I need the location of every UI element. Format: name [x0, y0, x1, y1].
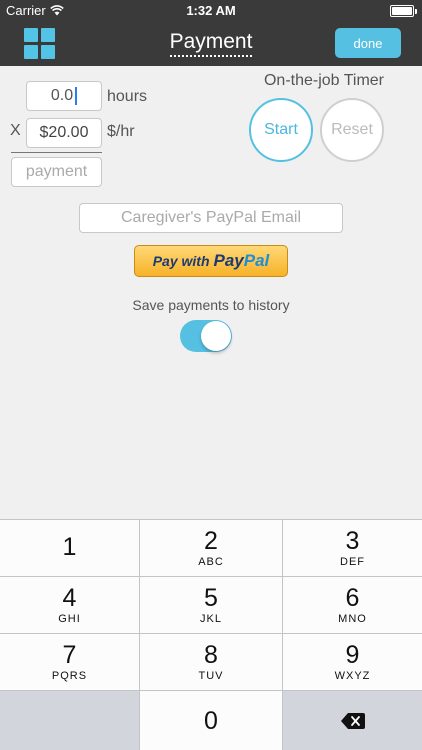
text-cursor — [75, 87, 78, 105]
key-digit: 7 — [62, 641, 77, 669]
save-history-toggle[interactable] — [180, 320, 232, 352]
key-digit: 0 — [204, 706, 218, 735]
key-digit: 5 — [204, 584, 218, 612]
key-7[interactable]: 7 PQRS — [0, 634, 139, 690]
start-button[interactable]: Start — [249, 98, 313, 162]
toggle-knob — [201, 321, 231, 351]
key-digit: 2 — [204, 527, 218, 555]
paypal-logo-pay: Pay — [213, 251, 244, 270]
pay-with-paypal-button[interactable]: Pay with Pay Pal — [134, 245, 288, 277]
key-5[interactable]: 5 JKL — [140, 577, 282, 633]
reset-button[interactable]: Reset — [320, 98, 384, 162]
multiply-sign: X — [10, 122, 21, 139]
timer-label: On-the-job Timer — [263, 72, 385, 89]
paypal-email-input[interactable]: Caregiver's PayPal Email — [79, 203, 343, 233]
rate-unit-label: $/hr — [107, 123, 135, 140]
page-title: Payment — [169, 30, 253, 53]
numeric-keypad: 1 2 ABC 3 DEF 4 GHI 5 JKL 6 MNO 7 PQRS 8… — [0, 519, 422, 750]
key-2[interactable]: 2 ABC — [140, 520, 282, 576]
hours-unit-label: hours — [107, 88, 148, 105]
hours-input[interactable]: 0.0 — [26, 81, 102, 111]
paypal-logo-pal: Pal — [243, 251, 270, 270]
key-blank — [0, 691, 139, 750]
key-letters: TUV — [198, 670, 224, 682]
nav-bar: Payment done — [0, 22, 422, 66]
grid-menu-icon[interactable] — [24, 28, 56, 60]
backspace-key[interactable] — [283, 691, 422, 750]
key-digit: 1 — [62, 533, 77, 561]
done-button[interactable]: done — [335, 28, 401, 58]
key-8[interactable]: 8 TUV — [140, 634, 282, 690]
battery-icon — [390, 5, 417, 17]
hours-value: 0.0 — [50, 87, 74, 104]
payment-field[interactable]: payment — [11, 157, 102, 187]
status-bar: Carrier 1:32 AM — [0, 0, 422, 22]
sum-divider — [11, 152, 102, 153]
key-letters: PQRS — [51, 670, 88, 682]
save-history-label: Save payments to history — [132, 297, 290, 313]
key-letters: GHI — [58, 613, 81, 625]
key-3[interactable]: 3 DEF — [283, 520, 422, 576]
key-6[interactable]: 6 MNO — [283, 577, 422, 633]
key-9[interactable]: 9 WXYZ — [283, 634, 422, 690]
key-letters: ABC — [198, 556, 224, 568]
status-time: 1:32 AM — [186, 3, 236, 18]
key-digit: 6 — [345, 584, 360, 612]
key-letters: DEF — [340, 556, 365, 568]
key-digit: 8 — [204, 641, 218, 669]
key-letters: WXYZ — [334, 670, 371, 682]
backspace-icon — [340, 712, 365, 729]
key-4[interactable]: 4 GHI — [0, 577, 139, 633]
title-underline — [170, 55, 252, 57]
key-letters: MNO — [338, 613, 367, 625]
rate-input[interactable]: $20.00 — [26, 118, 102, 148]
key-digit: 4 — [62, 584, 77, 612]
key-digit: 3 — [345, 527, 360, 555]
key-letters: JKL — [200, 613, 222, 625]
key-1[interactable]: 1 — [0, 520, 139, 576]
paypal-button-prefix: Pay with — [152, 253, 210, 269]
key-digit: 9 — [345, 641, 360, 669]
key-0[interactable]: 0 — [140, 691, 282, 750]
